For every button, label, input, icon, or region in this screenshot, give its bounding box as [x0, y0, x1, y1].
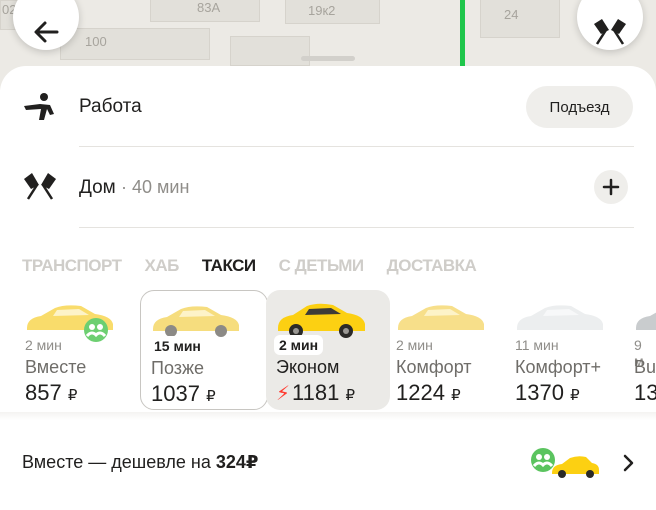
tariff-eta: 2 мин [396, 337, 433, 353]
together-badge-icon [84, 318, 108, 342]
tab-hub[interactable]: ХАБ [145, 256, 180, 276]
to-address-title: Дом [79, 177, 116, 198]
tariff-name: Позже [151, 358, 205, 378]
tariff-price: ⚡1181 ₽ [276, 380, 356, 405]
tariff-card-comfort[interactable]: 2 мин Комфорт 1224 ₽ [386, 290, 501, 410]
to-address-row[interactable]: Дом · 40 мин [0, 147, 656, 227]
together-car-icon [531, 448, 599, 478]
arrow-left-icon [34, 21, 59, 43]
tariff-eta: 2 мин [274, 335, 324, 355]
add-stop-button[interactable] [594, 170, 628, 204]
tab-taxi[interactable]: ТАКСИ [202, 256, 256, 276]
plus-icon [602, 178, 620, 196]
service-tabs: ТРАНСПОРТ ХАБ ТАКСИ С ДЕТЬМИ ДОСТАВКА [22, 256, 499, 276]
tariff-card-comfort-plus[interactable]: 11 мин Комфорт+ 1370 ₽ [505, 290, 623, 410]
map-label: 24 [504, 7, 519, 22]
tab-delivery[interactable]: ДОСТАВКА [387, 256, 477, 276]
promo-text: Вместе — дешевле на 324₽ [22, 452, 259, 472]
tariff-eta: 15 мин [149, 336, 206, 356]
lightning-icon: ⚡ [276, 383, 291, 405]
tab-kids[interactable]: С ДЕТЬМИ [279, 256, 365, 276]
sheet-grabber[interactable] [301, 56, 355, 61]
map-label: 83A [197, 0, 221, 15]
map-label: 100 [85, 34, 107, 49]
tariff-card-economy[interactable]: 2 мин Эконом ⚡1181 ₽ [266, 290, 390, 410]
tariff-carousel[interactable]: 2 мин Вместе 857 ₽ 15 мин Позже 1037 ₽ 2… [0, 290, 656, 412]
tariff-card-together[interactable]: 2 мин Вместе 857 ₽ [15, 290, 125, 410]
tariff-price: 1370 ₽ [515, 380, 580, 405]
map-block [230, 36, 310, 66]
map-label: 19к2 [308, 3, 336, 18]
tariff-eta: 11 мин [515, 337, 559, 353]
pedestrian-icon [24, 93, 54, 120]
section-separator [0, 412, 656, 420]
map-block [480, 0, 560, 38]
to-address-text: Дом · 40 мин [79, 177, 189, 199]
tariff-price: 13 [634, 380, 656, 405]
chevron-right-icon [623, 454, 634, 472]
route-line [460, 0, 465, 70]
tariff-eta: 2 мин [25, 337, 62, 353]
entrance-button[interactable]: Подъезд [526, 86, 633, 128]
tariff-name: Комфорт [396, 357, 472, 377]
from-address-title: Работа [79, 96, 142, 117]
checkered-flags-icon [24, 173, 56, 200]
tariff-price: 857 ₽ [25, 380, 78, 405]
tariff-name: Комфорт+ [515, 357, 602, 377]
map-block [60, 28, 210, 60]
tariff-price: 1224 ₽ [396, 380, 461, 405]
car-icon [153, 306, 239, 337]
car-icon [517, 305, 603, 330]
together-promo-row[interactable]: Вместе — дешевле на 324₽ [0, 425, 656, 495]
tariff-card-business[interactable]: 9 м Bu 13 [624, 290, 656, 410]
car-icon [398, 305, 484, 330]
tab-transport[interactable]: ТРАНСПОРТ [22, 256, 122, 276]
to-address-eta: · 40 мин [121, 177, 190, 197]
tariff-card-later[interactable]: 15 мин Позже 1037 ₽ [140, 290, 268, 410]
tariff-name: Эконом [276, 357, 340, 377]
tariff-name: Вместе [25, 357, 87, 377]
divider [79, 227, 634, 228]
checkered-flags-icon [594, 19, 626, 45]
car-icon [636, 312, 656, 330]
car-icon [278, 303, 365, 338]
tariff-price: 1037 ₽ [151, 381, 216, 406]
tariff-name: Bu [634, 357, 656, 377]
